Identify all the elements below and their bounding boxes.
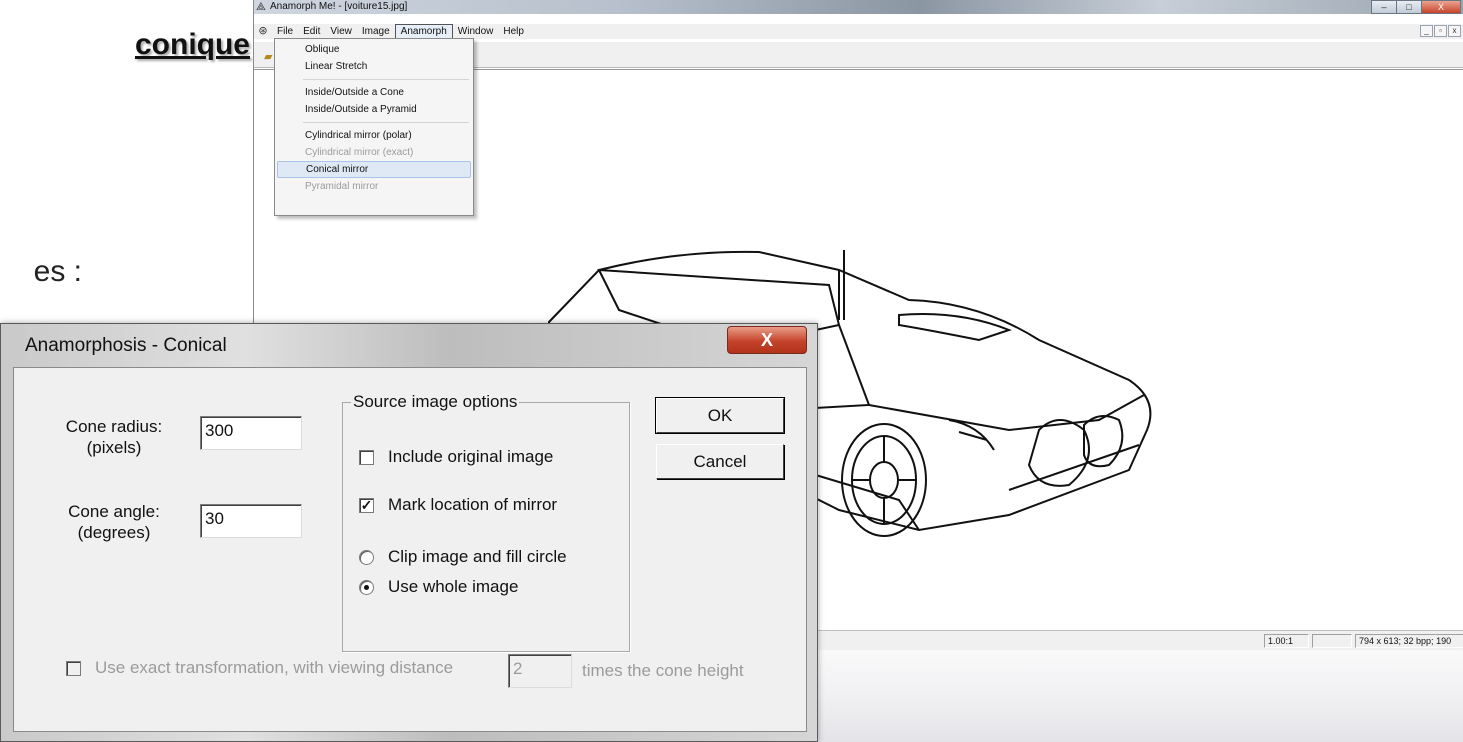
menu-anamorph[interactable]: Anamorph [394,24,453,39]
slide-title-fragment: conique [134,28,250,61]
anamorph-app-icon: ⟁ [256,1,266,13]
exact-transform-label: Use exact transformation, with viewing d… [95,658,454,677]
source-image-options-group: Source image options Include original im… [342,392,630,652]
menu-item-cylindrical-polar[interactable]: Cylindrical mirror (polar) [277,127,471,144]
slide-text-fragment: es : [33,255,82,288]
menu-item-oblique[interactable]: Oblique [277,41,471,58]
mark-location-checkbox[interactable]: ✓ [359,497,374,513]
include-original-checkbox[interactable] [359,449,374,465]
mdi-close-button[interactable]: x [1448,25,1461,37]
use-whole-label: Use whole image [388,577,519,596]
cone-radius-input[interactable]: 300 [200,416,302,450]
menu-window[interactable]: Window [453,24,499,39]
use-whole-radio[interactable] [359,579,374,595]
status-empty [1312,634,1352,648]
cone-angle-label-text: Cone angle: [68,502,160,521]
conical-dialog: Anamorphosis - Conical X Cone radius: (p… [0,323,818,742]
ok-button[interactable]: OK [655,397,785,434]
menu-separator [303,79,469,80]
cone-radius-label-text: Cone radius: [65,417,163,436]
clip-fill-row[interactable]: Clip image and fill circle [359,547,567,567]
mark-location-row[interactable]: ✓ Mark location of mirror [359,495,557,515]
menu-view[interactable]: View [325,24,357,39]
menubar: ⊛ File Edit View Image Anamorph Window H… [254,24,1463,39]
document-icon[interactable]: ⊛ [254,24,272,39]
close-window-button[interactable]: X [1421,0,1461,14]
clip-fill-label: Clip image and fill circle [388,547,567,566]
menu-help[interactable]: Help [498,24,529,39]
mark-location-label: Mark location of mirror [388,495,558,514]
anamorph-dropdown-menu: Oblique Linear Stretch Inside/Outside a … [274,38,474,216]
cone-angle-unit: (degrees) [77,523,151,542]
cone-angle-input[interactable]: 30 [200,504,302,538]
open-folder-icon[interactable]: ▰ [264,50,272,63]
menu-item-linear-stretch[interactable]: Linear Stretch [277,58,471,75]
cancel-button[interactable]: Cancel [656,444,784,479]
menu-separator [303,122,469,123]
mdi-restore-button[interactable]: ▫ [1434,25,1447,37]
menu-item-cone[interactable]: Inside/Outside a Cone [277,84,471,101]
menu-item-pyramid[interactable]: Inside/Outside a Pyramid [277,101,471,118]
menu-item-pyramidal-mirror: Pyramidal mirror [305,181,379,192]
menu-item-cylindrical-exact: Cylindrical mirror (exact) [305,147,414,158]
clip-fill-radio[interactable] [359,549,374,565]
viewing-distance-input: 2 [508,654,572,688]
maximize-button[interactable]: □ [1396,0,1422,14]
exact-transform-row: Use exact transformation, with viewing d… [66,658,453,678]
include-original-label: Include original image [388,447,554,466]
status-image-info: 794 x 613; 32 bpp; 190 [1355,634,1463,648]
menu-edit[interactable]: Edit [298,24,325,39]
cone-radius-unit: (pixels) [86,438,142,457]
exact-transform-suffix: times the cone height [582,661,744,680]
dialog-title: Anamorphosis - Conical [25,335,227,356]
cone-angle-label: Cone angle: (degrees) [54,501,174,543]
menu-item-conical-mirror[interactable]: Conical mirror [277,161,471,178]
include-original-row[interactable]: Include original image [359,447,553,467]
menu-file[interactable]: File [272,24,298,39]
mdi-minimize-button[interactable]: _ [1420,25,1433,37]
exact-transform-checkbox [66,660,81,676]
group-title: Source image options [351,392,520,412]
menu-image[interactable]: Image [357,24,395,39]
app-title: Anamorph Me! - [voiture15.jpg] [270,1,408,12]
use-whole-row[interactable]: Use whole image [359,577,518,597]
dialog-body: Cone radius: (pixels) 300 Cone angle: (d… [13,367,807,732]
window-controls: – □ X [1371,0,1461,14]
minimize-button[interactable]: – [1371,0,1397,14]
cone-radius-label: Cone radius: (pixels) [54,416,174,458]
app-titlebar[interactable]: ⟁ Anamorph Me! - [voiture15.jpg] – □ X [254,0,1463,14]
mdi-controls: _ ▫ x [1419,25,1461,37]
dialog-close-button[interactable]: X [727,326,807,354]
status-zoom: 1.00:1 [1264,634,1309,648]
